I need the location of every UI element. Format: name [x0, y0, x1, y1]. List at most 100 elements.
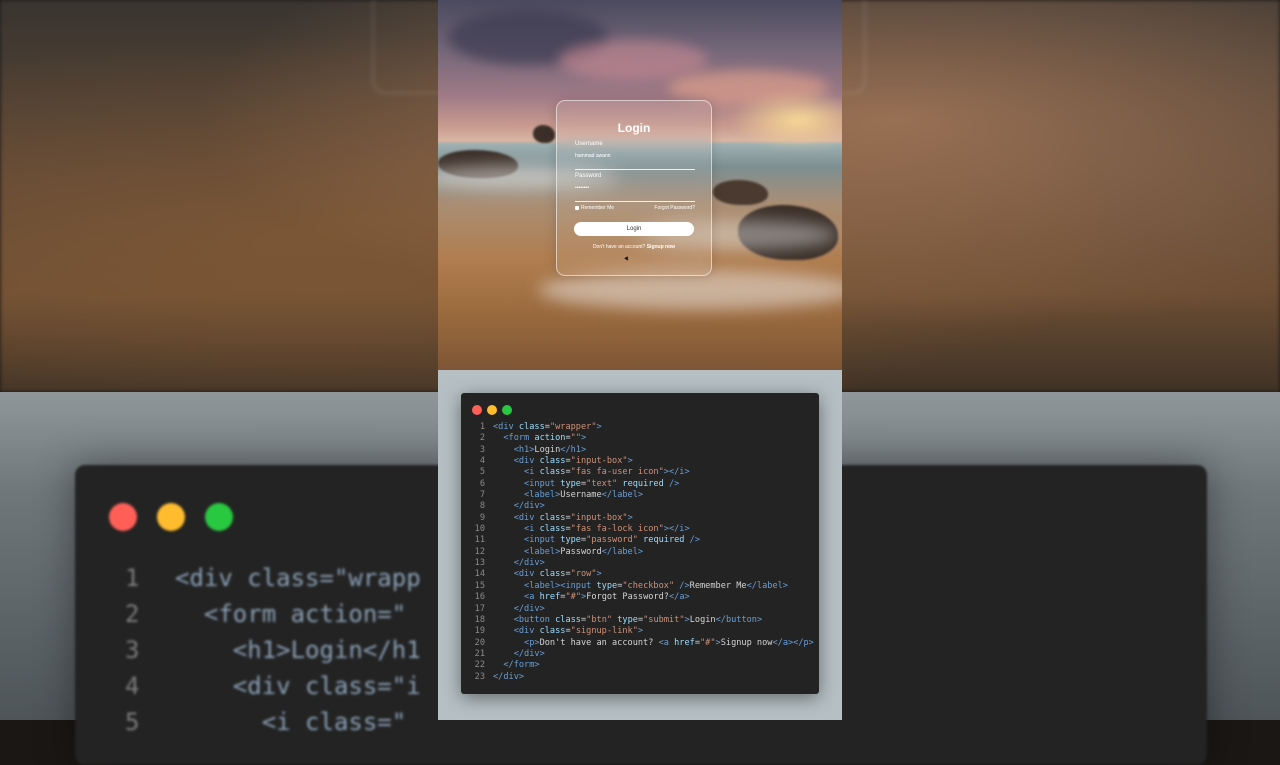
- code-token: type: [596, 580, 618, 591]
- code-token: </a>: [668, 592, 690, 603]
- login-card: Login Username hammad awann Password •••…: [556, 100, 712, 276]
- code-token: "input-box": [570, 456, 628, 467]
- remember-row: Remember Me Forgot Password?: [575, 205, 695, 213]
- beach-scene: Login Username hammad awann Password •••…: [438, 0, 842, 370]
- code-token: type: [560, 535, 581, 546]
- code-token: ></i>: [663, 467, 690, 478]
- forgot-password-link[interactable]: Forgot Password?: [654, 205, 695, 211]
- code-token: class: [518, 422, 545, 432]
- code-token: "fas fa-user icon": [570, 467, 664, 478]
- line-number: 7: [479, 490, 485, 501]
- username-field[interactable]: Username hammad awann: [575, 141, 695, 170]
- code-token: "": [570, 433, 581, 444]
- line-number: 14: [474, 569, 485, 580]
- code-token: </div>: [513, 648, 545, 659]
- code-token: Login: [534, 444, 561, 455]
- code-line: 5 <i class="fas fa-user icon"></i>: [471, 467, 814, 478]
- line-number: 8: [479, 501, 485, 512]
- code-token: />: [663, 478, 680, 489]
- code-token: </div>: [513, 501, 545, 512]
- code-token: >: [627, 456, 633, 467]
- code-line: 17 </div>: [471, 604, 814, 615]
- code-line: 16 <a href="#">Forgot Password?</a>: [471, 592, 814, 603]
- code-token: Login: [689, 614, 716, 625]
- code-token: required: [622, 478, 664, 489]
- code-line: 21 </div>: [471, 649, 814, 660]
- code-token: <label><input: [524, 580, 597, 591]
- code-token: >: [581, 433, 587, 444]
- code-token: <a: [658, 637, 675, 648]
- code-token: <div: [513, 626, 540, 637]
- code-token: "#": [565, 592, 581, 603]
- code-token: </form>: [503, 660, 540, 671]
- code-token: "btn": [586, 614, 613, 625]
- code-line: 8 </div>: [471, 501, 814, 512]
- code-block: 1 <div class="wrapper"> 2 <form action="">…: [471, 422, 814, 683]
- password-label: Password: [575, 173, 602, 179]
- login-button[interactable]: Login: [574, 222, 694, 236]
- code-token: <div: [513, 456, 540, 467]
- code-line: 7 <label>Username</label>: [471, 490, 814, 501]
- line-number: 9: [479, 512, 485, 523]
- code-token: Password: [560, 546, 602, 557]
- code-line: 14 <div class="row">: [471, 569, 814, 580]
- login-title: Login: [617, 121, 651, 135]
- close-dot-icon: [472, 405, 482, 415]
- line-number: 5: [479, 467, 485, 478]
- line-number: 19: [474, 626, 485, 637]
- code-token: Username: [560, 490, 602, 501]
- line-number: 4: [479, 456, 485, 467]
- code-line: 19 <div class="signup-link">: [471, 626, 814, 637]
- password-field[interactable]: Password ••••••••: [575, 173, 695, 202]
- signup-link[interactable]: Signup now: [647, 244, 675, 250]
- code-line: 11 <input type="password" required />: [471, 535, 814, 546]
- line-number: 18: [474, 614, 485, 625]
- blurred-code-line: 5 <i class=": [125, 708, 407, 736]
- code-line: 2 <form action="">: [471, 433, 814, 444]
- code-token: </div>: [493, 671, 525, 682]
- window-controls: [472, 405, 512, 415]
- line-number: 11: [474, 535, 485, 546]
- code-token: <label>: [524, 490, 561, 501]
- code-token: Signup now: [720, 637, 773, 648]
- line-number: 1: [479, 422, 485, 432]
- signup-prompt: Don't have an account?: [592, 244, 646, 250]
- line-number: 13: [474, 558, 485, 569]
- code-token: Don't have an account?: [539, 637, 659, 648]
- code-editor-window: 1 <div class="wrapper"> 2 <form action="">…: [461, 393, 819, 694]
- code-token: required: [643, 535, 685, 546]
- line-number: 20: [474, 637, 485, 648]
- code-token: </label>: [746, 580, 788, 591]
- code-token: ></i>: [663, 524, 690, 535]
- code-token: </a></p>: [772, 637, 814, 648]
- code-token: "signup-link": [570, 626, 638, 637]
- blurred-code-line: 1 <div class="wrapp: [125, 564, 421, 592]
- code-token: <div: [493, 422, 519, 432]
- code-token: "row": [570, 569, 597, 580]
- code-line: 15 <label><input type="checkbox" />Remem…: [471, 581, 814, 592]
- code-token: >: [637, 626, 644, 637]
- code-token: />: [684, 535, 701, 546]
- code-token: class: [539, 456, 566, 467]
- blurred-close-dot-icon: [109, 503, 137, 531]
- password-input[interactable]: ••••••••: [575, 185, 589, 191]
- remember-checkbox[interactable]: [575, 206, 579, 210]
- username-label: Username: [575, 141, 603, 147]
- code-token: />: [674, 580, 690, 591]
- code-token: <i: [524, 524, 540, 535]
- code-token: </div>: [513, 558, 545, 569]
- code-token: <p>: [524, 637, 540, 648]
- code-line: 12 <label>Password</label>: [471, 547, 814, 558]
- remember-label[interactable]: Remember Me: [581, 205, 614, 211]
- code-token: class: [539, 512, 566, 523]
- code-token: >: [596, 422, 602, 432]
- code-line: 13 </div>: [471, 558, 814, 569]
- code-line: 18 <button class="btn" type="submit">Log…: [471, 615, 814, 626]
- username-input[interactable]: hammad awann: [575, 153, 611, 159]
- signup-text: Don't have an account? Signup now: [557, 244, 711, 250]
- line-number: 23: [474, 671, 485, 682]
- code-token: "checkbox": [622, 580, 675, 591]
- code-line: 4 <div class="input-box">: [471, 456, 814, 467]
- code-token: >: [627, 512, 633, 523]
- code-line: 1 <div class="wrapper">: [471, 422, 814, 433]
